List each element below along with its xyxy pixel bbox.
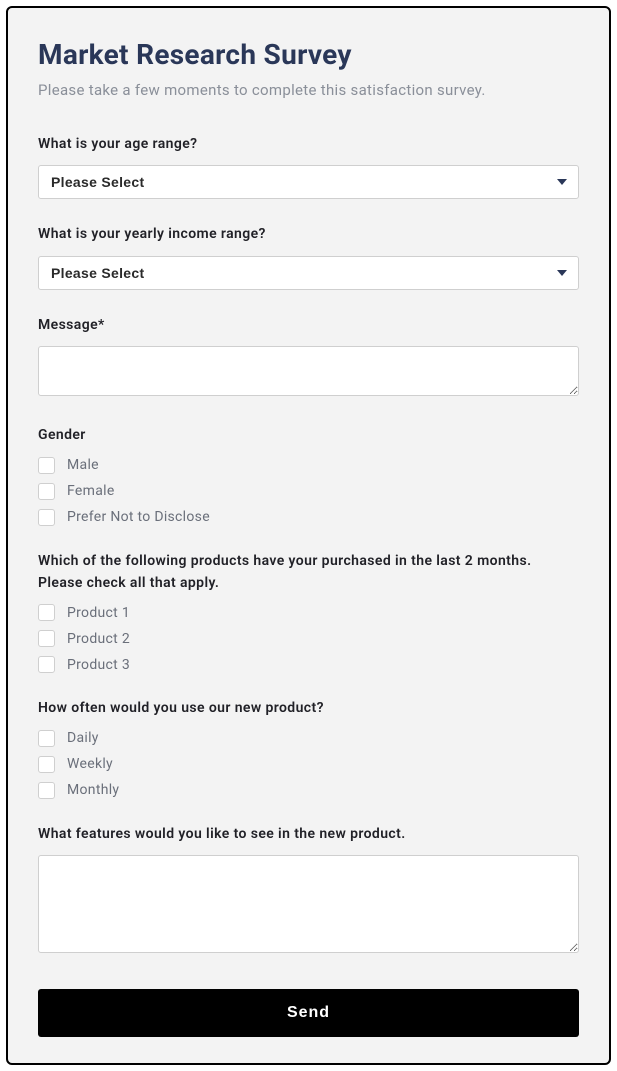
age-label: What is your age range? bbox=[38, 133, 579, 155]
product-option-label[interactable]: Product 2 bbox=[67, 631, 130, 647]
product-option-label[interactable]: Product 3 bbox=[67, 657, 130, 673]
field-frequency: How often would you use our new product?… bbox=[38, 697, 579, 798]
gender-option-undisclosed: Prefer Not to Disclose bbox=[38, 509, 579, 526]
product-option-3: Product 3 bbox=[38, 656, 579, 673]
gender-checkbox-male[interactable] bbox=[38, 457, 55, 474]
features-textarea[interactable] bbox=[38, 855, 579, 953]
product-checkbox-2[interactable] bbox=[38, 630, 55, 647]
products-options: Product 1 Product 2 Product 3 bbox=[38, 604, 579, 673]
gender-label: Gender bbox=[38, 424, 579, 446]
gender-checkbox-female[interactable] bbox=[38, 483, 55, 500]
income-select[interactable]: Please Select bbox=[38, 256, 579, 290]
frequency-option-daily: Daily bbox=[38, 730, 579, 747]
survey-form: Market Research Survey Please take a few… bbox=[6, 6, 611, 1065]
features-label: What features would you like to see in t… bbox=[38, 823, 579, 845]
age-select-wrap: Please Select bbox=[38, 165, 579, 199]
gender-option-female: Female bbox=[38, 483, 579, 500]
field-age: What is your age range? Please Select bbox=[38, 133, 579, 199]
income-label: What is your yearly income range? bbox=[38, 223, 579, 245]
gender-option-male: Male bbox=[38, 457, 579, 474]
income-select-wrap: Please Select bbox=[38, 256, 579, 290]
message-textarea[interactable] bbox=[38, 346, 579, 396]
product-option-2: Product 2 bbox=[38, 630, 579, 647]
frequency-option-label[interactable]: Weekly bbox=[67, 756, 113, 772]
frequency-option-label[interactable]: Monthly bbox=[67, 782, 119, 798]
product-option-1: Product 1 bbox=[38, 604, 579, 621]
frequency-option-weekly: Weekly bbox=[38, 756, 579, 773]
product-option-label[interactable]: Product 1 bbox=[67, 605, 130, 621]
frequency-option-label[interactable]: Daily bbox=[67, 730, 99, 746]
field-features: What features would you like to see in t… bbox=[38, 823, 579, 957]
product-checkbox-3[interactable] bbox=[38, 656, 55, 673]
frequency-checkbox-monthly[interactable] bbox=[38, 782, 55, 799]
form-subtitle: Please take a few moments to complete th… bbox=[38, 81, 579, 99]
gender-option-label[interactable]: Female bbox=[67, 483, 115, 499]
age-select[interactable]: Please Select bbox=[38, 165, 579, 199]
frequency-options: Daily Weekly Monthly bbox=[38, 730, 579, 799]
field-income: What is your yearly income range? Please… bbox=[38, 223, 579, 289]
frequency-label: How often would you use our new product? bbox=[38, 697, 579, 719]
frequency-option-monthly: Monthly bbox=[38, 782, 579, 799]
gender-options: Male Female Prefer Not to Disclose bbox=[38, 457, 579, 526]
form-title: Market Research Survey bbox=[38, 38, 579, 71]
message-label: Message* bbox=[38, 314, 579, 336]
field-gender: Gender Male Female Prefer Not to Disclos… bbox=[38, 424, 579, 525]
field-message: Message* bbox=[38, 314, 579, 400]
gender-checkbox-undisclosed[interactable] bbox=[38, 509, 55, 526]
frequency-checkbox-weekly[interactable] bbox=[38, 756, 55, 773]
field-products: Which of the following products have you… bbox=[38, 550, 579, 674]
send-button[interactable]: Send bbox=[38, 989, 579, 1037]
product-checkbox-1[interactable] bbox=[38, 604, 55, 621]
gender-option-label[interactable]: Male bbox=[67, 457, 99, 473]
products-label: Which of the following products have you… bbox=[38, 550, 579, 595]
gender-option-label[interactable]: Prefer Not to Disclose bbox=[67, 509, 210, 525]
frequency-checkbox-daily[interactable] bbox=[38, 730, 55, 747]
